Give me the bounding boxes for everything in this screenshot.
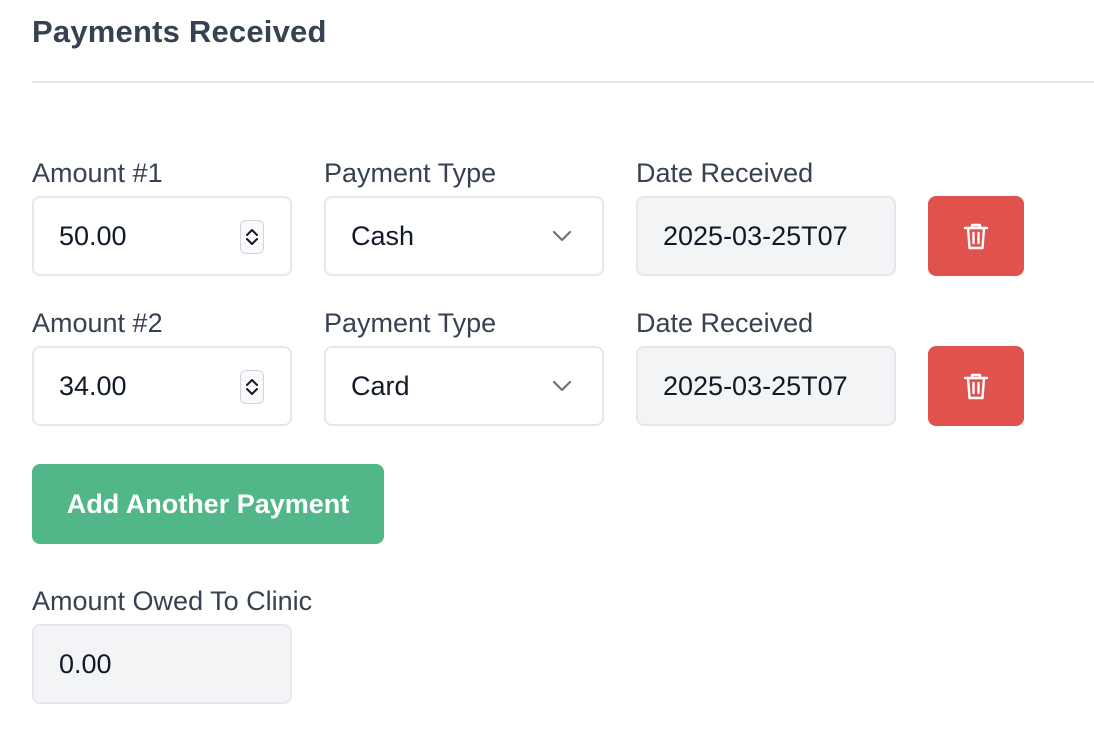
chevron-down-icon <box>552 380 572 392</box>
payment-type-select[interactable]: Cash <box>324 196 604 276</box>
trash-icon <box>963 373 989 400</box>
payment-type-label: Payment Type <box>324 158 497 188</box>
amount-input[interactable]: 34.00 <box>32 346 292 426</box>
payment-type-value: Cash <box>351 220 415 251</box>
amount-label: Amount #2 <box>32 308 163 338</box>
divider <box>32 81 1094 83</box>
add-another-payment-button[interactable]: Add Another Payment <box>32 464 384 544</box>
delete-payment-button[interactable] <box>928 196 1024 276</box>
section-title: Payments Received <box>32 14 327 49</box>
delete-payment-button[interactable] <box>928 346 1024 426</box>
payment-type-label: Payment Type <box>324 308 497 338</box>
amount-owed-label: Amount Owed To Clinic <box>32 586 313 616</box>
amount-label: Amount #1 <box>32 158 163 188</box>
payment-type-select[interactable]: Card <box>324 346 604 426</box>
number-stepper-icon[interactable] <box>240 220 264 254</box>
amount-value: 34.00 <box>59 370 127 401</box>
date-received-value: 2025-03-25T07 <box>663 220 848 251</box>
number-stepper-icon[interactable] <box>240 370 264 404</box>
date-received-field[interactable]: 2025-03-25T07 <box>636 196 896 276</box>
payment-type-value: Card <box>351 370 410 401</box>
date-received-label: Date Received <box>636 308 814 338</box>
date-received-label: Date Received <box>636 158 814 188</box>
amount-owed-value: 0.00 <box>59 648 112 679</box>
amount-input[interactable]: 50.00 <box>32 196 292 276</box>
amount-value: 50.00 <box>59 220 127 251</box>
amount-owed-field[interactable]: 0.00 <box>32 624 292 704</box>
date-received-value: 2025-03-25T07 <box>663 370 848 401</box>
trash-icon <box>963 223 989 250</box>
date-received-field[interactable]: 2025-03-25T07 <box>636 346 896 426</box>
chevron-down-icon <box>552 230 572 242</box>
